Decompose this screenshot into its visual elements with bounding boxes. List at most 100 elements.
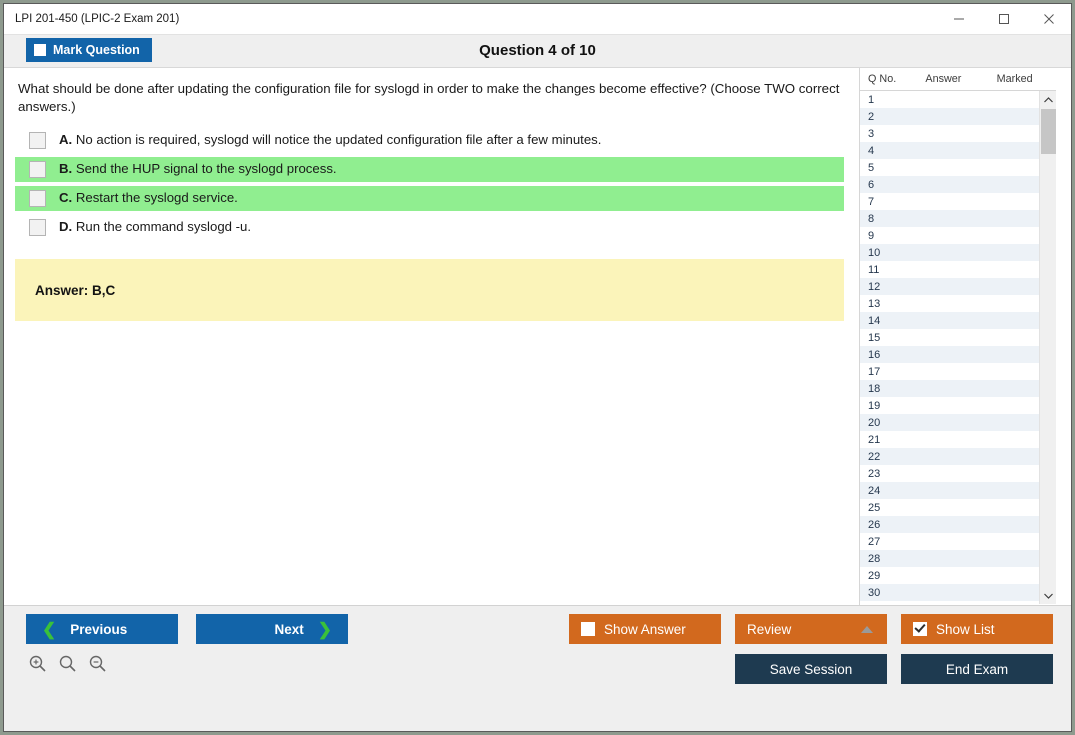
option-row[interactable]: D. Run the command syslogd -u. [15, 215, 844, 240]
option-text: B. Send the HUP signal to the syslogd pr… [59, 160, 337, 177]
question-list-row[interactable]: 11 [860, 261, 1040, 278]
zoom-reset-icon[interactable] [58, 654, 78, 679]
scroll-down-arrow-icon[interactable] [1040, 587, 1056, 604]
option-label: Send the HUP signal to the syslogd proce… [72, 161, 337, 177]
question-list-row[interactable]: 19 [860, 397, 1040, 414]
cell-qno: 26 [868, 518, 881, 531]
maximize-icon[interactable] [981, 4, 1026, 34]
question-list-row[interactable]: 26 [860, 516, 1040, 533]
mark-question-button[interactable]: Mark Question [26, 38, 152, 62]
end-exam-label: End Exam [945, 661, 1009, 677]
window-title: LPI 201-450 (LPIC-2 Exam 201) [15, 13, 180, 25]
option-checkbox-icon[interactable] [29, 190, 46, 208]
cell-qno: 27 [868, 535, 881, 548]
option-checkbox-icon[interactable] [29, 219, 46, 237]
show-list-label: Show List [936, 621, 995, 637]
cell-qno: 2 [868, 110, 875, 123]
option-checkbox-icon[interactable] [29, 161, 46, 179]
cell-qno: 13 [868, 297, 881, 310]
next-button-label: Next [274, 621, 304, 637]
question-list-row[interactable]: 8 [860, 210, 1040, 227]
show-list-button[interactable]: Show List [901, 614, 1053, 644]
previous-button[interactable]: ❮ Previous [26, 614, 178, 644]
zoom-out-icon[interactable] [88, 654, 108, 679]
cell-qno: 16 [868, 348, 881, 361]
question-list-row[interactable]: 23 [860, 465, 1040, 482]
question-list-header: Q No. Answer Marked [860, 68, 1056, 91]
option-text: A. No action is required, syslogd will n… [59, 131, 601, 148]
question-list-row[interactable]: 20 [860, 414, 1040, 431]
exam-application-window: LPI 201-450 (LPIC-2 Exam 201) Question 4… [3, 3, 1072, 732]
question-list-row[interactable]: 27 [860, 533, 1040, 550]
end-exam-button[interactable]: End Exam [901, 654, 1053, 684]
cell-qno: 15 [868, 331, 881, 344]
question-list-row[interactable]: 4 [860, 142, 1040, 159]
question-list-row[interactable]: 13 [860, 295, 1040, 312]
review-dropdown-label: Review [747, 621, 792, 637]
column-header-answer: Answer [925, 73, 962, 85]
body-area: What should be done after updating the c… [4, 68, 1071, 605]
scroll-up-arrow-icon[interactable] [1040, 91, 1056, 108]
question-list-row[interactable]: 28 [860, 550, 1040, 567]
question-list-row[interactable]: 9 [860, 227, 1040, 244]
cell-qno: 14 [868, 314, 881, 327]
answer-text: Answer: B,C [35, 282, 116, 298]
question-list-row[interactable]: 25 [860, 499, 1040, 516]
question-text: What should be done after updating the c… [18, 81, 840, 115]
answer-box: Answer: B,C [15, 259, 844, 322]
cell-qno: 18 [868, 382, 881, 395]
question-list-row[interactable]: 6 [860, 176, 1040, 193]
question-list-row[interactable]: 24 [860, 482, 1040, 499]
cell-qno: 25 [868, 501, 881, 514]
option-text: C. Restart the syslogd service. [59, 189, 238, 206]
question-list-row[interactable]: 3 [860, 125, 1040, 142]
question-list-row[interactable]: 10 [860, 244, 1040, 261]
close-icon[interactable] [1026, 4, 1071, 34]
question-list-row[interactable]: 2 [860, 108, 1040, 125]
question-list-row[interactable]: 14 [860, 312, 1040, 329]
window-controls [936, 4, 1071, 34]
option-checkbox-icon[interactable] [29, 132, 46, 150]
option-row[interactable]: B. Send the HUP signal to the syslogd pr… [15, 157, 844, 183]
question-list-row[interactable]: 17 [860, 363, 1040, 380]
question-list-row[interactable]: 7 [860, 193, 1040, 210]
previous-button-label: Previous [70, 621, 128, 637]
cell-qno: 22 [868, 450, 881, 463]
next-button[interactable]: Next ❯ [196, 614, 348, 644]
review-dropdown[interactable]: Review [735, 614, 887, 644]
question-list-row[interactable]: 21 [860, 431, 1040, 448]
question-list-row[interactable]: 16 [860, 346, 1040, 363]
question-list-pane: Q No. Answer Marked 1 2 3 4 5 6 7 8 9 10 11 12 13 14 1… [859, 68, 1056, 605]
option-letter: D. [59, 219, 73, 235]
cell-qno: 20 [868, 416, 881, 429]
question-list-row[interactable]: 1 [860, 91, 1040, 108]
minimize-icon[interactable] [936, 4, 981, 34]
show-list-checkbox-icon[interactable] [913, 622, 927, 636]
zoom-in-icon[interactable] [28, 654, 48, 679]
option-row[interactable]: A. No action is required, syslogd will n… [15, 128, 844, 153]
question-list-row[interactable]: 30 [860, 584, 1040, 601]
mark-question-label: Mark Question [53, 43, 140, 57]
zoom-tools [28, 654, 108, 679]
question-list-row[interactable]: 22 [860, 448, 1040, 465]
question-list-scrollbar[interactable] [1039, 91, 1056, 604]
option-letter: C. [59, 190, 73, 206]
question-list-row[interactable]: 29 [860, 567, 1040, 584]
show-answer-button[interactable]: Show Answer [569, 614, 721, 644]
question-list-row[interactable]: 15 [860, 329, 1040, 346]
question-list-row[interactable]: 5 [860, 159, 1040, 176]
question-list-row[interactable]: 18 [860, 380, 1040, 397]
save-session-button[interactable]: Save Session [735, 654, 887, 684]
option-row[interactable]: C. Restart the syslogd service. [15, 186, 844, 212]
mark-question-checkbox-icon[interactable] [34, 44, 46, 56]
cell-qno: 6 [868, 178, 875, 191]
chevron-up-icon[interactable] [861, 625, 873, 633]
show-answer-checkbox-icon[interactable] [581, 622, 595, 636]
cell-qno: 3 [868, 127, 875, 140]
chevron-right-icon: ❯ [317, 619, 332, 639]
cell-qno: 5 [868, 161, 875, 174]
cell-qno: 30 [868, 586, 881, 599]
question-list-row[interactable]: 12 [860, 278, 1040, 295]
scrollbar-thumb[interactable] [1041, 109, 1056, 154]
show-answer-label: Show Answer [604, 621, 686, 637]
